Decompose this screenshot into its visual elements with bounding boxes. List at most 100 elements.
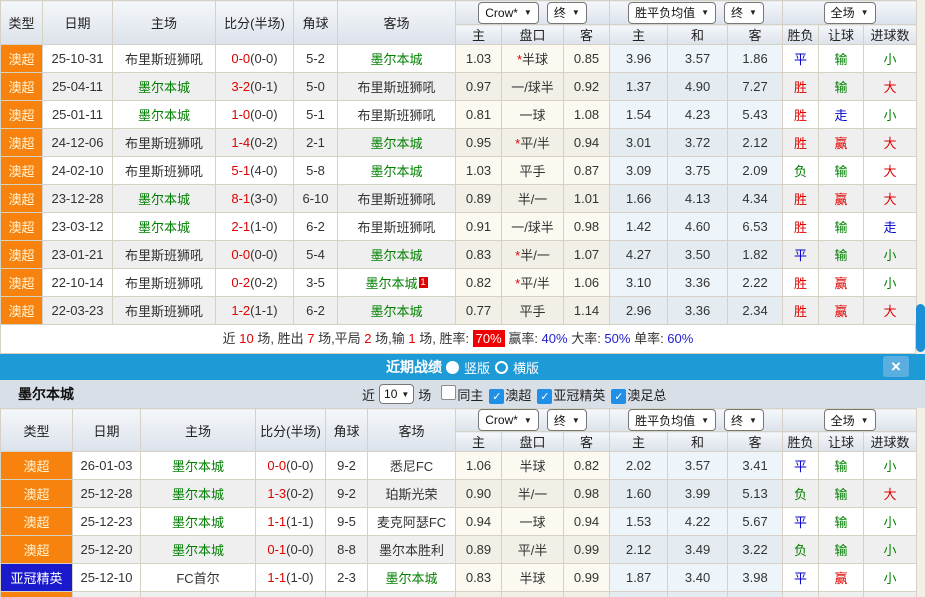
result-handicap: 走 bbox=[819, 101, 864, 129]
chevron-down-icon: ▼ bbox=[701, 8, 709, 17]
card-count-badge: 1 bbox=[419, 277, 428, 288]
result-goals: 小 bbox=[864, 269, 917, 297]
view-radio-horizontal[interactable] bbox=[495, 361, 508, 374]
avg-home: 1.37 bbox=[610, 73, 668, 101]
chevron-down-icon: ▼ bbox=[572, 8, 580, 17]
fulltime-score: 1-1 bbox=[267, 570, 286, 585]
filter-checkbox-2[interactable]: ✓ bbox=[537, 389, 552, 404]
view-radio-label: 竖版 bbox=[464, 358, 490, 377]
league-badge: 澳超 bbox=[1, 297, 43, 325]
score: 1-2(1-1) bbox=[216, 297, 294, 325]
chevron-down-icon: ▼ bbox=[861, 416, 869, 425]
col-home: 主场 bbox=[141, 409, 256, 452]
result-wdl: 胜 bbox=[783, 185, 819, 213]
match-date: 25-12-23 bbox=[73, 508, 141, 536]
fulltime-score: 1-4 bbox=[231, 135, 250, 150]
league-badge: 澳超 bbox=[1, 129, 43, 157]
filter-checkbox-3[interactable]: ✓ bbox=[611, 389, 626, 404]
table-row: 澳超25-12-20墨尔本城0-1(0-0)8-8墨尔本胜利0.89平/半0.9… bbox=[1, 536, 917, 564]
corner-score: 6-2 bbox=[294, 297, 338, 325]
odds-away: 0.92 bbox=[564, 73, 610, 101]
odds-home: 0.77 bbox=[456, 297, 502, 325]
wdl-avg-select[interactable]: 胜平负均值▼ bbox=[628, 409, 716, 431]
handicap: *平/半 bbox=[502, 269, 564, 297]
avg-home: 1.53 bbox=[610, 508, 668, 536]
final-select-2[interactable]: 终▼ bbox=[724, 409, 764, 431]
home-team: 墨尔本城 bbox=[141, 508, 256, 536]
result-wdl: 胜 bbox=[783, 73, 819, 101]
score: 1-1(1-1) bbox=[256, 508, 326, 536]
away-team: 悉尼FC bbox=[368, 452, 456, 480]
view-radio-vertical[interactable] bbox=[446, 361, 459, 374]
crow-select-group: Crow*▼ 终▼ bbox=[456, 1, 610, 25]
result-goals: 大 bbox=[864, 185, 917, 213]
col-crow-away: 客 bbox=[564, 25, 610, 45]
match-date: 24-02-10 bbox=[43, 157, 113, 185]
avg-home: 2.02 bbox=[610, 452, 668, 480]
avg-away: 3.41 bbox=[728, 452, 783, 480]
league-badge: 澳超 bbox=[1, 45, 43, 73]
final-select[interactable]: 终▼ bbox=[547, 409, 587, 431]
odds-away: 0.99 bbox=[564, 536, 610, 564]
crow-select[interactable]: Crow*▼ bbox=[478, 409, 539, 431]
result-handicap bbox=[819, 592, 864, 597]
avg-home: 4.27 bbox=[610, 241, 668, 269]
wdl-avg-select[interactable]: 胜平负均值▼ bbox=[628, 2, 716, 24]
result-wdl: 平 bbox=[783, 564, 819, 592]
result-handicap: 输 bbox=[819, 480, 864, 508]
odds-away: 0.98 bbox=[564, 213, 610, 241]
league-badge: 亚冠精英 bbox=[1, 564, 73, 592]
summary-text: 场, 胜率: bbox=[416, 331, 473, 346]
result-wdl: 平 bbox=[783, 452, 819, 480]
avg-draw bbox=[668, 592, 728, 597]
result-handicap: 输 bbox=[819, 213, 864, 241]
avg-home: 2.96 bbox=[610, 297, 668, 325]
chevron-down-icon: ▼ bbox=[401, 390, 409, 399]
away-team-name: 墨尔本城 bbox=[370, 136, 422, 151]
away-team bbox=[368, 592, 456, 597]
result-goals: 小 bbox=[864, 452, 917, 480]
avg-away: 1.86 bbox=[728, 45, 783, 73]
summary-text: 赢率: bbox=[505, 331, 542, 346]
summary-text: 50% bbox=[604, 331, 630, 346]
select-value: 终 bbox=[731, 412, 743, 429]
halftime-score: (1-1) bbox=[250, 303, 277, 318]
scrollbar-thumb[interactable] bbox=[916, 304, 925, 352]
match-date: 25-10-31 bbox=[43, 45, 113, 73]
filter-checkbox-1[interactable]: ✓ bbox=[489, 389, 504, 404]
col-avg-draw: 和 bbox=[668, 432, 728, 452]
close-button[interactable]: × bbox=[883, 356, 909, 377]
avg-away: 2.22 bbox=[728, 269, 783, 297]
halftime-score: (1-0) bbox=[250, 219, 277, 234]
away-team: 墨尔本城 bbox=[368, 564, 456, 592]
league-badge: 澳超 bbox=[1, 269, 43, 297]
full-match-select[interactable]: 全场▼ bbox=[824, 2, 876, 24]
table-row: 澳超23-12-28墨尔本城8-1(3-0)6-10布里斯班狮吼0.89半/一1… bbox=[1, 185, 917, 213]
home-team: FC首尔 bbox=[141, 564, 256, 592]
corner-score: 9-5 bbox=[326, 508, 368, 536]
handicap: *平/半 bbox=[502, 129, 564, 157]
result-goals: 走 bbox=[864, 213, 917, 241]
away-team: 墨尔本城 bbox=[338, 157, 456, 185]
col-avg-draw: 和 bbox=[668, 25, 728, 45]
halftime-score: (3-0) bbox=[250, 191, 277, 206]
corner-score: 6-2 bbox=[294, 213, 338, 241]
filter-checkbox-0[interactable] bbox=[441, 385, 456, 400]
halftime-score: (0-0) bbox=[250, 107, 277, 122]
score: 1-4(0-2) bbox=[216, 129, 294, 157]
handicap bbox=[502, 592, 564, 597]
final-select[interactable]: 终▼ bbox=[547, 2, 587, 24]
match-count-select[interactable]: 10 ▼ bbox=[379, 384, 414, 404]
score: 0-1(0-0) bbox=[256, 536, 326, 564]
corner-score: 5-8 bbox=[294, 157, 338, 185]
col-avg-away: 客 bbox=[728, 432, 783, 452]
full-match-select[interactable]: 全场▼ bbox=[824, 409, 876, 431]
result-wdl: 胜 bbox=[783, 129, 819, 157]
odds-away: 1.06 bbox=[564, 269, 610, 297]
handicap: 半球 bbox=[502, 452, 564, 480]
result-handicap: 赢 bbox=[819, 129, 864, 157]
final-select-2[interactable]: 终▼ bbox=[724, 2, 764, 24]
crow-select[interactable]: Crow*▼ bbox=[478, 2, 539, 24]
corner-score bbox=[326, 592, 368, 597]
fulltime-score: 0-0 bbox=[231, 247, 250, 262]
